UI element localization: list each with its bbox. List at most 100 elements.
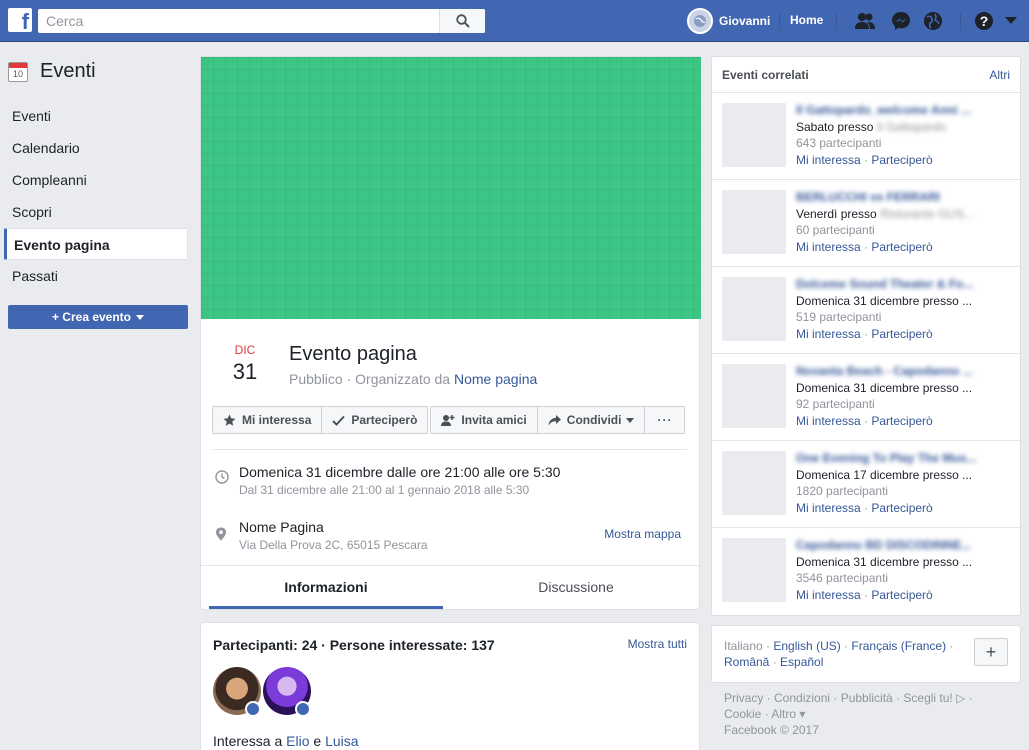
event-date: DIC 31	[221, 343, 269, 385]
related-event-actions: Mi interessa · Parteciperò	[796, 414, 933, 428]
clock-icon	[215, 470, 229, 484]
search-button[interactable]	[439, 9, 485, 33]
interested-friends-text: Interessa a Elio e Luisa	[213, 733, 359, 749]
related-going-link[interactable]: Parteciperò	[871, 501, 932, 515]
related-event-name[interactable]: One Evening To Play The Mus...	[796, 451, 976, 465]
friend-link-luisa[interactable]: Luisa	[325, 733, 358, 749]
nav-item-scopri[interactable]: Scopri	[4, 196, 188, 228]
related-event-thumbnail[interactable]	[722, 451, 786, 515]
svg-text:?: ?	[980, 13, 989, 29]
share-button[interactable]: Condividi	[536, 406, 646, 434]
related-event-count: 92 partecipanti	[796, 397, 875, 411]
related-interested-link[interactable]: Mi interessa	[796, 588, 861, 602]
event-place-name[interactable]: Nome Pagina	[239, 519, 324, 535]
related-event-thumbnail[interactable]	[722, 277, 786, 341]
language-link-romanian[interactable]: Română	[724, 655, 769, 669]
related-event-item: BERLUCCHI vs FERRARI Venerdì presso Rist…	[712, 180, 1020, 267]
related-interested-link[interactable]: Mi interessa	[796, 327, 861, 341]
messages-button[interactable]	[890, 10, 912, 32]
nav-item-evento-pagina[interactable]: Evento pagina	[4, 228, 188, 260]
related-interested-link[interactable]: Mi interessa	[796, 414, 861, 428]
search-input[interactable]	[38, 9, 438, 33]
related-going-link[interactable]: Parteciperò	[871, 588, 932, 602]
events-header: 10 Eventi	[8, 60, 96, 83]
related-more-link[interactable]: Altri	[989, 68, 1010, 82]
related-event-thumbnail[interactable]	[722, 364, 786, 428]
home-link[interactable]: Home	[790, 13, 823, 27]
show-map-link[interactable]: Mostra mappa	[604, 527, 681, 541]
nav-item-passati[interactable]: Passati	[4, 260, 188, 292]
event-cover-photo[interactable]	[201, 57, 701, 319]
related-event-when: Domenica 31 dicembre presso ...	[796, 381, 973, 395]
footer-line-policies[interactable]: Privacy · Condizioni · Pubblicità · Sceg…	[724, 690, 1014, 706]
show-all-link[interactable]: Mostra tutti	[628, 637, 687, 651]
more-options-button[interactable]: ···	[644, 406, 686, 434]
related-events-title: Eventi correlati	[722, 68, 809, 82]
interested-button[interactable]: Mi interessa	[212, 406, 323, 434]
event-info: DIC 31 Evento pagina Pubblico · Organizz…	[201, 319, 699, 609]
star-icon	[223, 414, 236, 426]
language-link-english[interactable]: English (US)	[773, 639, 840, 653]
search-box	[38, 9, 485, 33]
help-button[interactable]: ?	[973, 10, 995, 32]
footer-line-cookie[interactable]: Cookie · Altro ▾	[724, 706, 1014, 722]
related-interested-link[interactable]: Mi interessa	[796, 153, 861, 167]
friend-link-elio[interactable]: Elio	[286, 733, 309, 749]
tab-discussione[interactable]: Discussione	[459, 566, 693, 609]
participants-card: Partecipanti: 24 · Persone interessate: …	[200, 622, 700, 750]
nav-item-calendario[interactable]: Calendario	[4, 132, 188, 164]
related-event-when: Sabato presso Il Gattopardo	[796, 120, 947, 134]
tab-informazioni[interactable]: Informazioni	[209, 566, 443, 609]
facebook-logo[interactable]: f	[8, 8, 32, 32]
related-going-link[interactable]: Parteciperò	[871, 240, 932, 254]
separator	[836, 12, 837, 30]
current-language: Italiano	[724, 639, 763, 653]
caret-down-icon	[626, 417, 635, 423]
event-privacy: Pubblico	[289, 371, 343, 387]
organizer-link[interactable]: Nome pagina	[454, 371, 537, 387]
language-list: Italiano · English (US) · Français (Fran…	[724, 639, 954, 669]
related-event-count: 1820 partecipanti	[796, 484, 889, 498]
create-event-button[interactable]: + Crea evento	[8, 305, 188, 329]
events-title[interactable]: Eventi	[40, 60, 96, 83]
check-icon	[332, 415, 346, 426]
profile-link[interactable]: Giovanni	[687, 8, 770, 34]
related-going-link[interactable]: Parteciperò	[871, 327, 932, 341]
event-month: DIC	[234, 343, 256, 357]
event-tabs: Informazioni Discussione	[201, 565, 699, 609]
related-interested-link[interactable]: Mi interessa	[796, 240, 861, 254]
related-event-name[interactable]: Capodanno BD DISCODINNE...	[796, 538, 971, 552]
nav-item-compleanni[interactable]: Compleanni	[4, 164, 188, 196]
create-event-label: + Crea evento	[51, 310, 132, 324]
divider	[213, 449, 687, 450]
more-languages-button[interactable]: +	[974, 638, 1008, 666]
related-going-link[interactable]: Parteciperò	[871, 153, 932, 167]
related-interested-link[interactable]: Mi interessa	[796, 501, 861, 515]
event-card: DIC 31 Evento pagina Pubblico · Organizz…	[200, 56, 701, 610]
related-events-header: Eventi correlati Altri	[712, 57, 1020, 93]
account-menu-button[interactable]	[1004, 10, 1018, 32]
notifications-button[interactable]	[922, 10, 944, 32]
language-link-french[interactable]: Français (France)	[851, 639, 946, 653]
related-event-item: Il Gattopardo_welcome Anni ... Sabato pr…	[712, 93, 1020, 180]
related-going-link[interactable]: Parteciperò	[871, 414, 932, 428]
going-button[interactable]: Parteciperò	[321, 406, 429, 434]
separator	[779, 12, 780, 30]
share-arrow-icon	[548, 414, 561, 425]
globe-icon	[924, 12, 942, 30]
friend-requests-button[interactable]	[854, 10, 876, 32]
nav-item-eventi[interactable]: Eventi	[4, 100, 188, 132]
related-event-name[interactable]: Il Gattopardo_welcome Anni ...	[796, 103, 971, 117]
related-event-count: 643 partecipanti	[796, 136, 882, 150]
language-link-spanish[interactable]: Español	[780, 655, 823, 669]
related-event-name[interactable]: Dolceme Sound Theater & Fo...	[796, 277, 973, 291]
footer-links: Privacy · Condizioni · Pubblicità · Sceg…	[724, 690, 1014, 738]
related-event-thumbnail[interactable]	[722, 103, 786, 167]
invite-friends-button[interactable]: Invita amici	[430, 406, 538, 434]
caret-down-icon	[136, 314, 145, 320]
related-event-name[interactable]: BERLUCCHI vs FERRARI	[796, 190, 940, 204]
related-event-item: Capodanno BD DISCODINNE... Domenica 31 d…	[712, 528, 1020, 615]
related-event-thumbnail[interactable]	[722, 190, 786, 254]
related-event-name[interactable]: Novanta Beach - Capodanno ...	[796, 364, 973, 378]
related-event-thumbnail[interactable]	[722, 538, 786, 602]
